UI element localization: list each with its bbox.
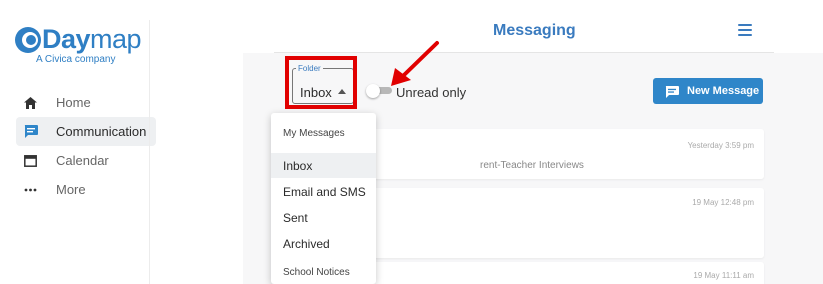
menu-item-sent[interactable]: Sent [271,205,376,230]
sidebar-item-label: More [56,182,86,197]
new-message-label: New Message [687,85,760,97]
page-title: Messaging [493,22,576,39]
message-subject: rent-Teacher Interviews [480,160,584,171]
sidebar-item-calendar[interactable]: Calendar [16,146,156,175]
new-message-button[interactable]: New Message [653,78,763,104]
sidebar-nav: Home Communication Calendar More [16,88,156,204]
annotation-highlight-box [285,56,357,109]
sidebar-item-label: Home [56,95,91,110]
message-date: 19 May 12:48 pm [692,198,754,207]
toggle-knob [366,84,380,98]
menu-section-header: My Messages [283,128,345,139]
sidebar-item-communication[interactable]: Communication [16,117,156,146]
folder-dropdown-menu: My Messages Inbox Email and SMS Sent Arc… [271,113,376,284]
sidebar-item-more[interactable]: More [16,175,156,204]
more-dots-icon [24,182,46,198]
message-date: 19 May 11:11 am [693,271,754,280]
message-icon [665,85,679,98]
sidebar-item-label: Communication [56,124,147,139]
daymap-logo-icon [15,27,41,53]
menu-item-email-and-sms[interactable]: Email and SMS [271,179,376,204]
annotation-arrow-icon [391,41,439,86]
calendar-icon [24,153,46,169]
brand-name: Daymap [42,24,142,54]
sidebar: Daymap A Civica company Home Communicati… [0,0,156,284]
sidebar-item-home[interactable]: Home [16,88,156,117]
sidebar-divider [149,20,150,284]
menu-item-archived[interactable]: Archived [271,231,376,256]
hamburger-menu-icon[interactable] [738,24,752,36]
menu-section-header: School Notices [283,267,350,278]
message-icon [24,124,46,140]
daymap-logo[interactable]: Daymap A Civica company [14,24,154,74]
sidebar-item-label: Calendar [56,153,109,168]
header-divider [274,52,774,53]
menu-item-inbox[interactable]: Inbox [271,153,376,178]
page-header: Messaging [243,0,823,52]
message-date: Yesterday 3:59 pm [687,141,754,150]
brand-tagline: A Civica company [36,54,116,65]
home-icon [24,95,46,111]
